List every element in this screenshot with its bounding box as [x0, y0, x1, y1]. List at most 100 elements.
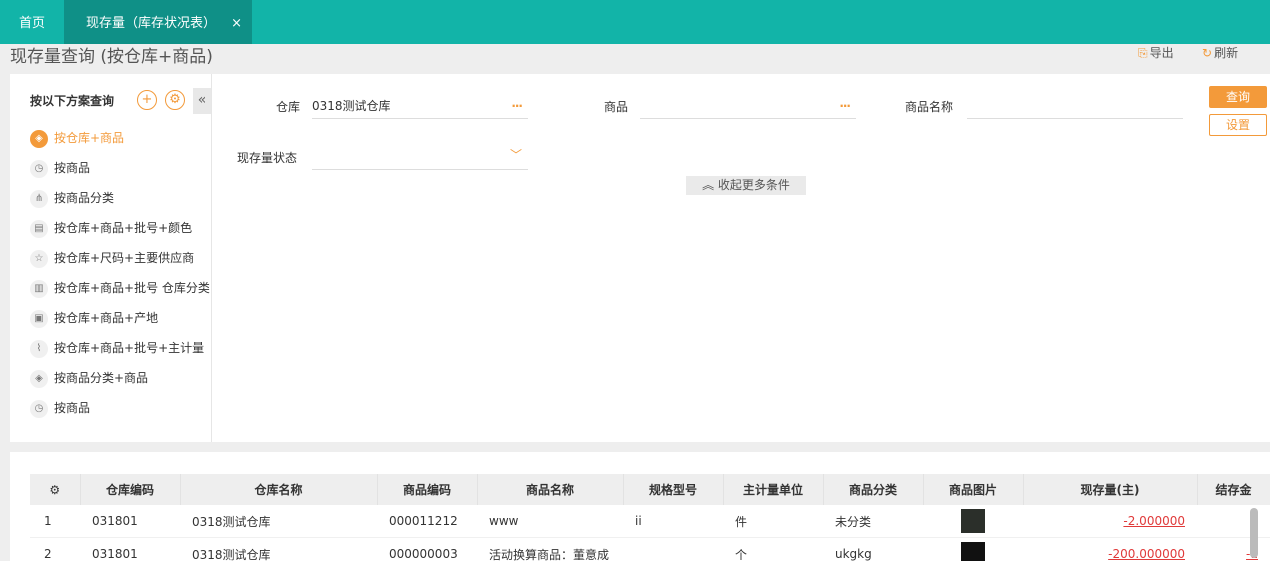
- warehouse-code-cell: 031801: [80, 505, 180, 538]
- plan-item[interactable]: ▥ 按仓库+商品+批号 仓库分类: [30, 278, 210, 298]
- refresh-button[interactable]: ↻ 刷新: [1202, 44, 1238, 61]
- plan-item[interactable]: ☆ 按仓库+尺码+主要供应商: [30, 248, 194, 268]
- column-header[interactable]: 商品图片: [923, 474, 1024, 505]
- stock-status-select[interactable]: ﹀: [312, 145, 528, 170]
- table-row[interactable]: 1 031801 0318测试仓库 000011212 www ii 件 未分类…: [30, 505, 1270, 538]
- collapse-more-conditions-button[interactable]: ︽ 收起更多条件: [686, 176, 806, 195]
- plan-settings-icon[interactable]: ⚙: [165, 90, 185, 110]
- balance-amount-cell[interactable]: -1: [1197, 537, 1270, 561]
- category-icon: ⋔: [30, 189, 48, 208]
- product-name-cell: 活动换算商品：董意成: [477, 537, 623, 561]
- table-row[interactable]: 2 031801 0318测试仓库 000000003 活动换算商品：董意成 个…: [30, 537, 1270, 561]
- plan-item[interactable]: ◷ 按商品: [30, 158, 90, 178]
- export-label: 导出: [1149, 46, 1174, 60]
- spec-cell: ii: [623, 505, 723, 538]
- plan-label: 按仓库+商品+产地: [54, 311, 159, 325]
- column-header[interactable]: 商品名称: [477, 474, 624, 505]
- query-button[interactable]: 查询: [1209, 86, 1267, 108]
- unit-cell: 件: [723, 505, 823, 538]
- plan-label: 按仓库+尺码+主要供应商: [54, 251, 195, 265]
- product-thumbnail[interactable]: [961, 542, 985, 561]
- column-header[interactable]: 现存量(主): [1023, 474, 1198, 505]
- column-header[interactable]: 仓库编码: [80, 474, 181, 505]
- column-header[interactable]: 商品编码: [377, 474, 478, 505]
- result-table: ⚙ 仓库编码 仓库名称 商品编码 商品名称 规格型号 主计量单位 商品分类 商品…: [30, 474, 1270, 561]
- more-dots-icon[interactable]: ···: [511, 94, 523, 118]
- tab-inventory[interactable]: 现存量（库存状况表） ×: [64, 0, 252, 44]
- plan-label: 按商品: [54, 401, 91, 415]
- plan-label: 按仓库+商品+批号 仓库分类: [54, 281, 210, 295]
- product-label: 商品: [604, 100, 629, 114]
- warehouse-name-cell: 0318测试仓库: [180, 537, 377, 561]
- balance-amount-cell[interactable]: [1197, 505, 1270, 538]
- product-field[interactable]: ···: [640, 94, 856, 119]
- column-header[interactable]: 仓库名称: [180, 474, 378, 505]
- collapse-sidebar-icon[interactable]: «: [193, 88, 211, 114]
- warehouse-label: 仓库: [276, 100, 301, 114]
- page-title: 现存量查询 (按仓库+商品): [10, 47, 213, 67]
- plan-item[interactable]: ⋔ 按商品分类: [30, 188, 114, 208]
- product-name-field[interactable]: [967, 94, 1183, 119]
- page-header: 现存量查询 (按仓库+商品) ⎘ 导出 ↻ 刷新: [0, 44, 1270, 74]
- row-index: 2: [30, 537, 80, 561]
- add-plan-icon[interactable]: +: [137, 90, 157, 110]
- tab-home[interactable]: 首页: [0, 0, 64, 44]
- close-icon[interactable]: ×: [231, 0, 242, 48]
- plan-sidebar-title: 按以下方案查询: [30, 94, 115, 108]
- plan-item[interactable]: ▣ 按仓库+商品+产地: [30, 308, 158, 328]
- unit-cell: 个: [723, 537, 823, 561]
- stock-qty-link[interactable]: -200.000000: [1023, 537, 1197, 561]
- export-button[interactable]: ⎘ 导出: [1138, 44, 1174, 61]
- category-cell: ukgkg: [823, 537, 923, 561]
- stock-status-label: 现存量状态: [237, 151, 298, 165]
- top-tab-bar: 首页 现存量（库存状况表） ×: [0, 0, 1270, 44]
- product-name-cell: www: [477, 505, 623, 538]
- product-code-cell: 000000003: [377, 537, 477, 561]
- chevron-down-icon: ﹀: [509, 148, 522, 162]
- chevron-up-icon: ︽: [702, 178, 715, 192]
- column-header[interactable]: 结存金: [1197, 474, 1270, 505]
- product-code-cell: 000011212: [377, 505, 477, 538]
- plan-label: 按仓库+商品+批号+颜色: [54, 221, 193, 235]
- spec-cell: [623, 537, 723, 561]
- more-dots-icon[interactable]: ···: [839, 94, 851, 118]
- plan-label: 按商品分类+商品: [54, 371, 149, 385]
- warehouse-code-cell: 031801: [80, 537, 180, 561]
- plan-item[interactable]: ◷ 按商品: [30, 398, 90, 418]
- warehouse-value: 0318测试仓库: [312, 99, 391, 113]
- settings-button[interactable]: 设置: [1209, 114, 1267, 136]
- plan-item[interactable]: ◈ 按商品分类+商品: [30, 368, 148, 388]
- plan-item[interactable]: ⌇ 按仓库+商品+批号+主计量: [30, 338, 204, 358]
- product-thumbnail[interactable]: [961, 509, 985, 533]
- vertical-scrollbar[interactable]: [1250, 508, 1258, 558]
- plan-label: 按商品分类: [54, 191, 115, 205]
- stock-qty-link[interactable]: -2.000000: [1023, 505, 1197, 538]
- warehouse-field[interactable]: 0318测试仓库 ···: [312, 94, 528, 119]
- query-panel: 按以下方案查询 + ⚙ « ◈ 按仓库+商品 ◷ 按商品 ⋔ 按商品分类 ▤ 按仓库+商…: [10, 74, 1270, 442]
- column-settings-icon[interactable]: ⚙: [30, 474, 81, 505]
- cube-icon: ◈: [30, 129, 48, 148]
- plan-sidebar: 按以下方案查询 + ⚙ « ◈ 按仓库+商品 ◷ 按商品 ⋔ 按商品分类 ▤ 按仓库+商…: [10, 74, 212, 442]
- cube-icon: ◈: [30, 369, 48, 388]
- column-header[interactable]: 规格型号: [623, 474, 724, 505]
- layout-icon: ▣: [30, 309, 48, 328]
- tab-inventory-label: 现存量（库存状况表）: [86, 16, 217, 31]
- category-cell: 未分类: [823, 505, 923, 538]
- plan-label: 按仓库+商品+批号+主计量: [54, 341, 205, 355]
- row-index: 1: [30, 505, 80, 538]
- product-image-cell: [923, 505, 1023, 538]
- column-header[interactable]: 主计量单位: [723, 474, 824, 505]
- plan-item[interactable]: ◈ 按仓库+商品: [30, 128, 124, 148]
- bar-chart-icon: ▥: [30, 279, 48, 298]
- list-card-icon: ▤: [30, 219, 48, 238]
- result-table-area: ⚙ 仓库编码 仓库名称 商品编码 商品名称 规格型号 主计量单位 商品分类 商品…: [10, 452, 1270, 561]
- collapse-more-label: 收起更多条件: [717, 178, 790, 192]
- refresh-label: 刷新: [1214, 46, 1239, 60]
- star-box-icon: ☆: [30, 249, 48, 268]
- column-header[interactable]: 商品分类: [823, 474, 924, 505]
- plan-item[interactable]: ▤ 按仓库+商品+批号+颜色: [30, 218, 192, 238]
- line-chart-icon: ⌇: [30, 339, 48, 358]
- clock-icon: ◷: [30, 159, 48, 178]
- plan-label: 按仓库+商品: [54, 131, 125, 145]
- plan-label: 按商品: [54, 161, 91, 175]
